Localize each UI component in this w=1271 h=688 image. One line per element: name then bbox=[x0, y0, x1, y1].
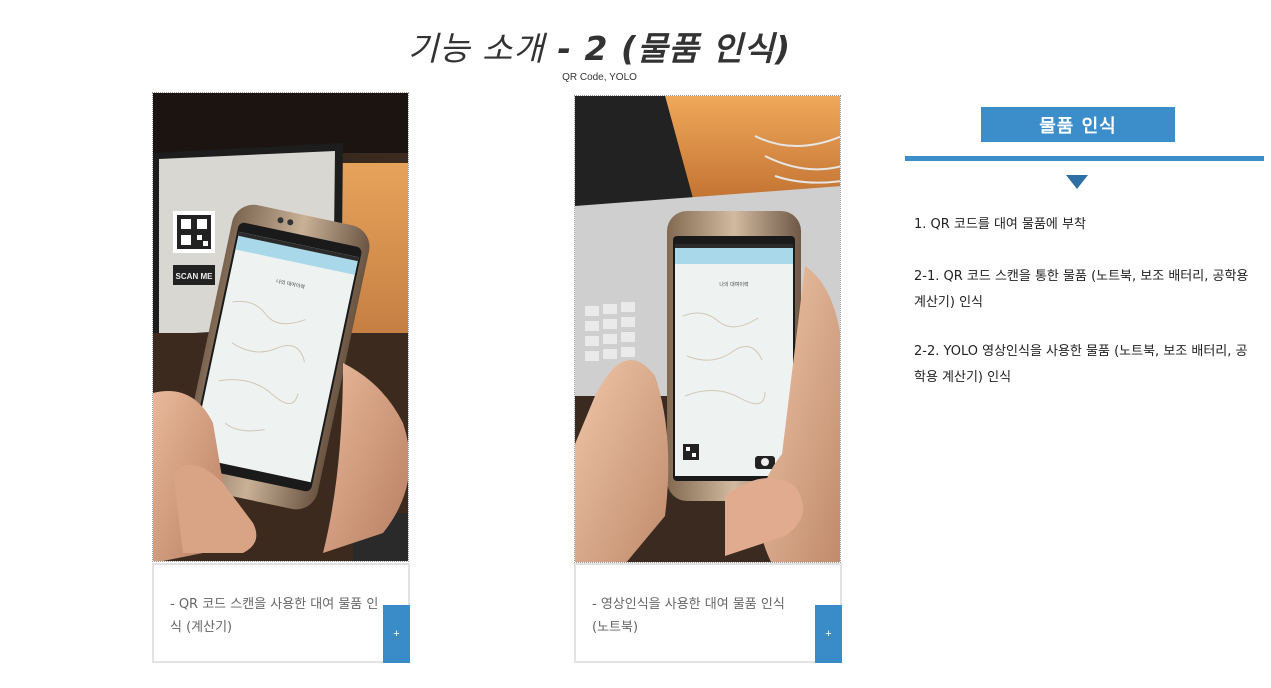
page-subtitle: QR Code, YOLO bbox=[562, 72, 637, 83]
expand-button[interactable]: + bbox=[815, 605, 842, 663]
phone-screen-title: 나의 대여이력 bbox=[719, 281, 748, 288]
arrow-down-icon bbox=[1066, 175, 1088, 189]
page-title: 기능 소개 - 2 (물품 인식) bbox=[407, 29, 792, 68]
sidebar-header: 물품 인식 bbox=[981, 107, 1175, 142]
sidebar-item: 2-1. QR 코드 스캔을 통한 물품 (노트북, 보조 배터리, 공학용 계… bbox=[914, 269, 1249, 310]
caption-text: - 영상인식을 사용한 대여 물품 인식 (노트북) bbox=[592, 597, 785, 635]
photo-yolo-recognition: 나의 대여이력 bbox=[574, 95, 841, 563]
caption-text: - QR 코드 스캔을 사용한 대여 물품 인식 (계산기) bbox=[170, 597, 379, 635]
sidebar-item: 2-2. YOLO 영상인식을 사용한 물품 (노트북, 보조 배터리, 공학용… bbox=[914, 344, 1248, 385]
caption-box-yolo-recognition: - 영상인식을 사용한 대여 물품 인식 (노트북) + bbox=[574, 563, 842, 663]
caption-box-qr-scan: - QR 코드 스캔을 사용한 대여 물품 인식 (계산기) + bbox=[152, 563, 410, 663]
sticker-text: SCAN ME bbox=[176, 272, 214, 281]
expand-button[interactable]: + bbox=[383, 605, 410, 663]
sidebar-item: 1. QR 코드를 대여 물품에 부착 bbox=[914, 217, 1086, 232]
sidebar-divider bbox=[905, 156, 1264, 161]
photo-qr-scan: SCAN ME 나의 대여이력 bbox=[152, 92, 409, 562]
